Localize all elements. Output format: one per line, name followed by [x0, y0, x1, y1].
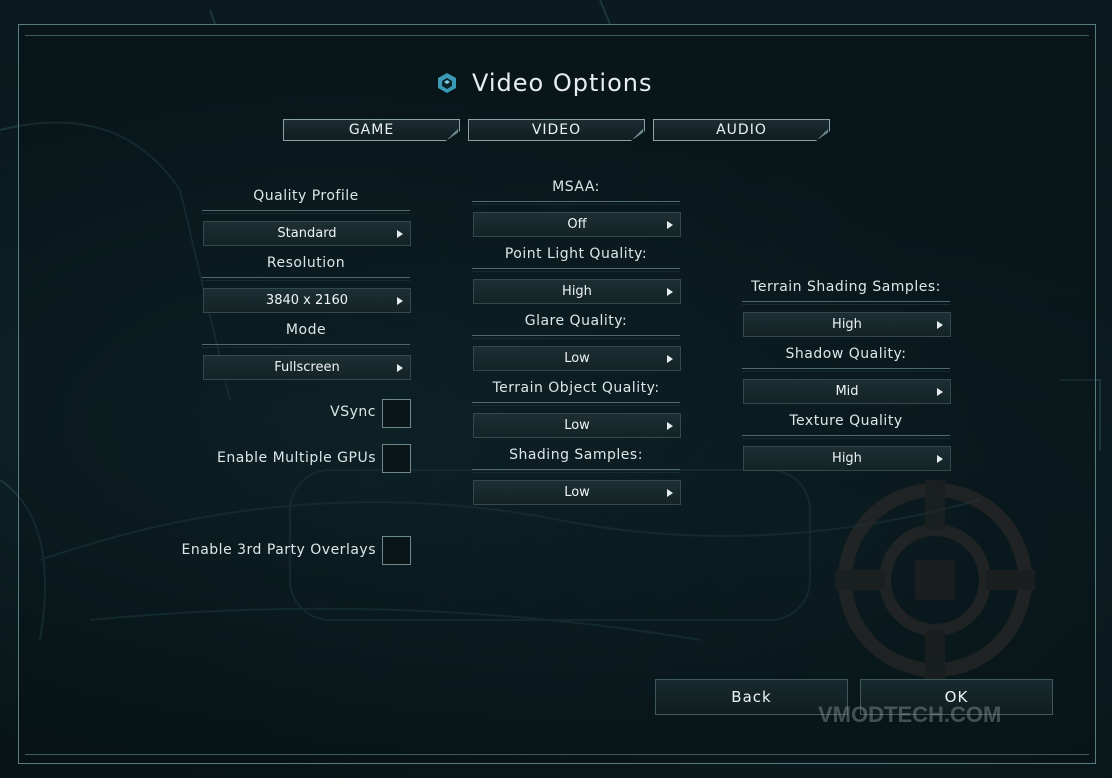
site-watermark: VMODTECH.COM — [818, 702, 1002, 727]
divider — [202, 344, 410, 348]
terrain-object-label: Terrain Object Quality: — [492, 380, 660, 396]
vsync-checkbox[interactable] — [382, 399, 411, 428]
overlays-checkbox[interactable] — [382, 536, 411, 565]
shadow-quality-label: Shadow Quality: — [785, 346, 907, 362]
arrow-right-icon — [667, 288, 673, 296]
divider — [472, 469, 680, 473]
dropdown-value: Fullscreen — [274, 360, 340, 375]
cube-icon — [438, 73, 456, 93]
shading-samples-dropdown[interactable]: Low — [473, 480, 681, 505]
multi-gpu-label: Enable Multiple GPUs — [216, 450, 376, 466]
arrow-right-icon — [667, 489, 673, 497]
page-title: Video Options — [472, 69, 653, 97]
msaa-dropdown[interactable]: Off — [473, 212, 681, 237]
arrow-right-icon — [397, 230, 403, 238]
divider — [742, 301, 950, 305]
tab-game[interactable]: GAME — [283, 119, 460, 141]
quality-profile-label: Quality Profile — [253, 188, 359, 204]
divider — [472, 335, 680, 339]
msaa-label: MSAA: — [552, 179, 600, 195]
divider — [202, 277, 410, 281]
dropdown-value: Low — [564, 485, 590, 500]
texture-quality-label: Texture Quality — [789, 413, 903, 429]
arrow-right-icon — [397, 297, 403, 305]
texture-quality-dropdown[interactable]: High — [743, 446, 951, 471]
divider — [742, 368, 950, 372]
dropdown-value: High — [562, 284, 592, 299]
terrain-object-dropdown[interactable]: Low — [473, 413, 681, 438]
arrow-right-icon — [937, 455, 943, 463]
arrow-right-icon — [667, 422, 673, 430]
glare-dropdown[interactable]: Low — [473, 346, 681, 371]
quality-profile-dropdown[interactable]: Standard — [203, 221, 411, 246]
divider — [472, 268, 680, 272]
tab-video[interactable]: VIDEO — [468, 119, 645, 141]
point-light-label: Point Light Quality: — [504, 246, 648, 262]
multi-gpu-checkbox[interactable] — [382, 444, 411, 473]
terrain-shading-label: Terrain Shading Samples: — [751, 279, 941, 295]
arrow-right-icon — [937, 321, 943, 329]
dropdown-value: High — [832, 317, 862, 332]
mode-label: Mode — [285, 322, 327, 338]
dropdown-value: Mid — [835, 384, 859, 399]
divider — [742, 435, 950, 439]
arrow-right-icon — [937, 388, 943, 396]
title-bar: Video Options — [436, 66, 652, 100]
dropdown-value: Low — [564, 418, 590, 433]
shadow-quality-dropdown[interactable]: Mid — [743, 379, 951, 404]
divider — [202, 210, 410, 214]
resolution-dropdown[interactable]: 3840 x 2160 — [203, 288, 411, 313]
tab-audio[interactable]: AUDIO — [653, 119, 830, 141]
point-light-dropdown[interactable]: High — [473, 279, 681, 304]
dropdown-value: Low — [564, 351, 590, 366]
arrow-right-icon — [397, 364, 403, 372]
mode-dropdown[interactable]: Fullscreen — [203, 355, 411, 380]
dropdown-value: Standard — [277, 226, 337, 241]
divider — [472, 402, 680, 406]
overlays-label: Enable 3rd Party Overlays — [181, 542, 376, 558]
resolution-label: Resolution — [266, 255, 346, 271]
terrain-shading-dropdown[interactable]: High — [743, 312, 951, 337]
arrow-right-icon — [667, 221, 673, 229]
glare-label: Glare Quality: — [524, 313, 628, 329]
shading-samples-label: Shading Samples: — [509, 447, 643, 463]
divider — [472, 201, 680, 205]
vsync-label: VSync — [330, 404, 376, 420]
dropdown-value: 3840 x 2160 — [265, 293, 349, 308]
dropdown-value: High — [832, 451, 862, 466]
dropdown-value: Off — [567, 217, 587, 232]
arrow-right-icon — [667, 355, 673, 363]
